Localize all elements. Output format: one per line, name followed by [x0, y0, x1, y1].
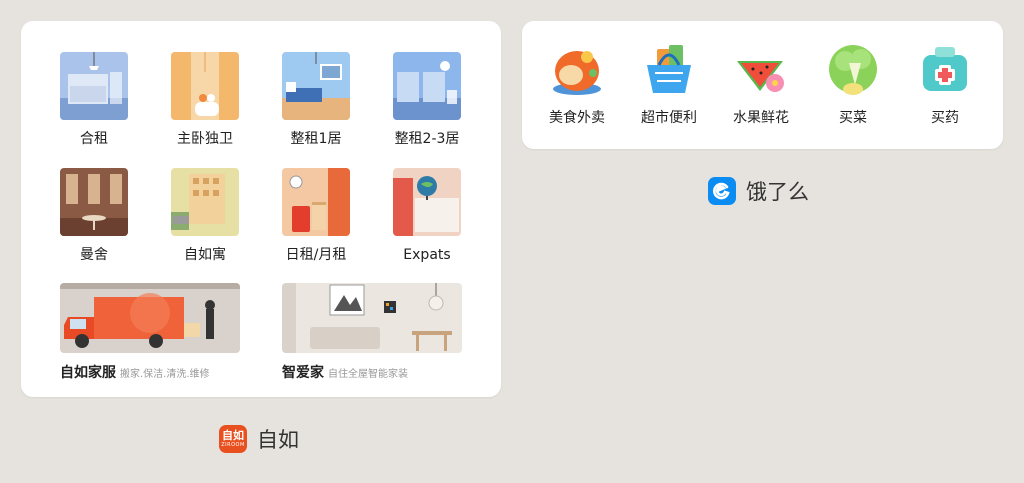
- eleme-app-name: 饿了么: [746, 180, 809, 204]
- one-bedroom-icon: [282, 52, 350, 120]
- eleme-app-icon: [708, 177, 736, 205]
- eleme-logo-icon: [713, 182, 730, 200]
- medicine-icon: [915, 41, 975, 101]
- eleme-item-label: 美食外卖: [549, 110, 605, 126]
- eleme-item-label: 水果鲜花: [733, 110, 789, 126]
- ziroom-item-master-bedroom[interactable]: 主卧独卫: [150, 52, 260, 148]
- ziroom-item-label: 曼舍: [80, 247, 108, 263]
- ziroom-item-label: Expats: [403, 247, 451, 263]
- eleme-item-label: 超市便利: [641, 110, 697, 126]
- ziroom-item-label: 整租1居: [290, 131, 342, 147]
- eleme-item-medicine[interactable]: 买药: [899, 41, 991, 127]
- eleme-item-label: 买药: [931, 110, 959, 126]
- apartment-icon: [171, 168, 239, 236]
- ziroom-item-label: 主卧独卫: [177, 131, 233, 147]
- smart-home-icon: [282, 283, 462, 353]
- eleme-item-label: 买菜: [839, 110, 867, 126]
- master-bedroom-icon: [171, 52, 239, 120]
- expats-icon: [393, 168, 461, 236]
- mansion-icon: [60, 168, 128, 236]
- service-subtitle: 搬家.保洁.清洗.维修: [120, 369, 210, 380]
- shared-room-icon: [60, 52, 128, 120]
- service-subtitle: 自住全屋智能家装: [328, 369, 408, 380]
- fruit-flower-icon: [731, 41, 791, 101]
- eleme-item-supermarket[interactable]: 超市便利: [623, 41, 715, 127]
- ziroom-app-label[interactable]: 自如 ZIROOM 自如: [219, 424, 299, 454]
- service-title: 自如家服: [60, 365, 116, 381]
- ziroom-item-shared[interactable]: 合租: [39, 52, 149, 148]
- ziroom-item-expats[interactable]: Expats: [372, 168, 482, 264]
- ziroom-item-one-bedroom[interactable]: 整租1居: [261, 52, 371, 148]
- eleme-app-label[interactable]: 饿了么: [708, 176, 809, 206]
- food-delivery-icon: [547, 41, 607, 101]
- eleme-item-food[interactable]: 美食外卖: [531, 41, 623, 127]
- ziroom-item-short-rent[interactable]: 日租/月租: [261, 168, 371, 264]
- ziroom-icon-subtext: ZIROOM: [221, 442, 245, 448]
- ziroom-item-multi-bedroom[interactable]: 整租2-3居: [372, 52, 482, 148]
- supermarket-icon: [639, 41, 699, 101]
- service-title: 智爱家: [282, 365, 324, 381]
- ziroom-icon-text: 自如: [222, 429, 244, 442]
- ziroom-item-label: 合租: [80, 131, 108, 147]
- moving-truck-icon: [60, 283, 240, 353]
- eleme-widget-card: 美食外卖 超市便利 水果鲜花 买菜 买药: [522, 21, 1003, 149]
- ziroom-service-home-services[interactable]: 自如家服 搬家.保洁.清洗.维修: [60, 283, 240, 384]
- ziroom-item-apartment[interactable]: 自如寓: [150, 168, 260, 264]
- short-rent-icon: [282, 168, 350, 236]
- ziroom-item-label: 日租/月租: [285, 247, 347, 263]
- ziroom-app-icon: 自如 ZIROOM: [219, 425, 247, 453]
- ziroom-widget-card: 合租 主卧独卫 整租1居 整租2-3居 曼舍 自如寓 日租/月租 Expats …: [21, 21, 501, 397]
- multi-bedroom-icon: [393, 52, 461, 120]
- ziroom-service-smart-home[interactable]: 智爱家 自住全屋智能家装: [282, 283, 462, 384]
- ziroom-app-name: 自如: [257, 428, 299, 452]
- ziroom-item-label: 整租2-3居: [394, 131, 460, 147]
- ziroom-item-label: 自如寓: [184, 247, 226, 263]
- eleme-item-vegetables[interactable]: 买菜: [807, 41, 899, 127]
- ziroom-item-mansion[interactable]: 曼舍: [39, 168, 149, 264]
- eleme-item-fruit-flower[interactable]: 水果鲜花: [715, 41, 807, 127]
- vegetables-icon: [823, 41, 883, 101]
